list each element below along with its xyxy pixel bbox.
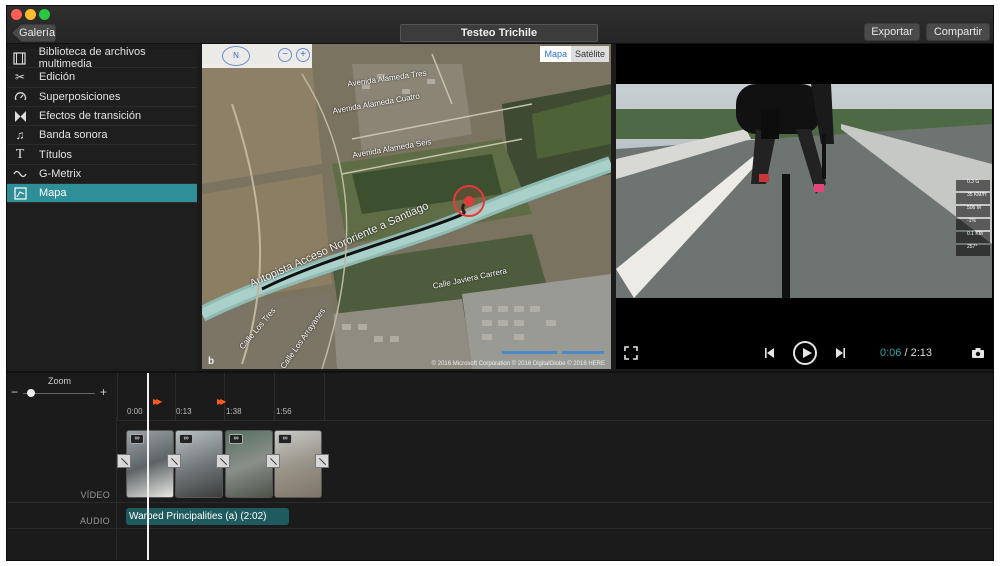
play-button[interactable] bbox=[793, 341, 817, 365]
video-frame-image bbox=[616, 84, 992, 298]
video-preview-area: 0.3 G 35 KM/H 506 M -1% 0.1 KM 257° 0:06… bbox=[616, 44, 993, 369]
gmetrix-icon: ∞ bbox=[179, 434, 193, 444]
export-button[interactable]: Exportar bbox=[864, 23, 920, 41]
tick-label: 1:56 bbox=[276, 407, 292, 416]
minimize-window-button[interactable] bbox=[25, 9, 36, 20]
sidebar-item-map[interactable]: Mapa bbox=[7, 184, 197, 204]
sidebar-item-label: Títulos bbox=[39, 148, 73, 161]
transition-slot-icon[interactable] bbox=[117, 454, 131, 468]
sidebar-item-overlays[interactable]: Superposiciones bbox=[7, 88, 197, 107]
overlay-speed: 35 KM/H bbox=[956, 192, 990, 204]
track-headers: VÍDEO AUDIO bbox=[7, 417, 117, 560]
sidebar-item-transitions[interactable]: Efectos de transición bbox=[7, 107, 197, 127]
audio-track-label: AUDIO bbox=[79, 516, 110, 526]
time-separator: / bbox=[901, 347, 911, 359]
title-bar: Galería Testeo Trichile Exportar Compart… bbox=[7, 6, 993, 44]
gmetrix-icon bbox=[13, 167, 27, 181]
gmetrix-icon: ∞ bbox=[229, 434, 243, 444]
transition-slot-icon[interactable] bbox=[315, 454, 329, 468]
map-zoom-out-button[interactable]: − bbox=[278, 48, 292, 62]
overlay-distance: 0.1 KM bbox=[956, 231, 990, 243]
zoom-window-button[interactable] bbox=[39, 9, 50, 20]
sidebar-item-gmetrix[interactable]: G-Metrix bbox=[7, 165, 197, 185]
audio-clip[interactable]: Warped Principalities (a) (2:02) bbox=[126, 508, 289, 525]
sidebar-item-edit[interactable]: ✂ Edición bbox=[7, 68, 197, 88]
playback-controls: 0:06 / 2:13 bbox=[616, 340, 993, 369]
fullscreen-icon bbox=[624, 346, 638, 360]
transition-marker-icon[interactable]: ▶▶ bbox=[153, 397, 162, 406]
sidebar-item-media-library[interactable]: Biblioteca de archivos multimedia bbox=[7, 46, 197, 71]
timeline: Zoom − + 0:00 0:13 1:38 1:56 ▶▶ ▶▶ VÍDEO… bbox=[7, 373, 993, 560]
zoom-label: Zoom bbox=[48, 376, 72, 386]
video-track-label: VÍDEO bbox=[80, 490, 110, 500]
sidebar-item-label: Banda sonora bbox=[39, 129, 108, 142]
transition-slot-icon[interactable] bbox=[266, 454, 280, 468]
map-copyright: © 2016 Microsoft Corporation © 2016 Digi… bbox=[431, 361, 605, 367]
ruler-tick bbox=[224, 373, 225, 421]
zoom-slider-handle[interactable] bbox=[27, 389, 35, 397]
sidebar-item-label: Mapa bbox=[39, 187, 67, 200]
tab-map[interactable]: Mapa bbox=[540, 46, 571, 62]
step-forward-icon bbox=[836, 348, 845, 358]
transition-icon bbox=[13, 109, 27, 123]
fullscreen-button[interactable] bbox=[624, 346, 638, 363]
film-icon bbox=[13, 51, 27, 65]
tick-label: 0:13 bbox=[176, 407, 192, 416]
playhead[interactable] bbox=[147, 373, 149, 560]
sidebar-item-soundtrack[interactable]: ♫ Banda sonora bbox=[7, 126, 197, 146]
sidebar-item-titles[interactable]: T Títulos bbox=[7, 145, 197, 165]
overlay-gforce: 0.3 G bbox=[956, 179, 990, 191]
total-time: 2:13 bbox=[910, 347, 933, 359]
transition-slot-icon[interactable] bbox=[216, 454, 230, 468]
map-zoom-in-button[interactable]: + bbox=[296, 48, 310, 62]
ruler-tick bbox=[274, 373, 275, 421]
text-icon: T bbox=[15, 146, 25, 162]
snapshot-button[interactable] bbox=[971, 347, 985, 362]
compass-icon[interactable]: N bbox=[222, 46, 250, 66]
zoom-in-button[interactable]: + bbox=[100, 385, 107, 399]
step-back-icon bbox=[765, 348, 774, 358]
map-type-tabs: Mapa Satélite bbox=[540, 46, 609, 62]
sidebar-item-label: Edición bbox=[39, 71, 76, 84]
gauge-icon bbox=[13, 90, 27, 104]
current-time: 0:06 bbox=[880, 347, 902, 359]
step-forward-button[interactable] bbox=[834, 347, 846, 362]
share-button[interactable]: Compartir bbox=[926, 23, 990, 41]
map-icon bbox=[13, 186, 27, 200]
camera-icon bbox=[972, 348, 984, 358]
tab-satellite[interactable]: Satélite bbox=[570, 46, 609, 62]
transition-marker-icon[interactable]: ▶▶ bbox=[217, 397, 226, 406]
track-separator bbox=[7, 502, 993, 503]
sidebar-item-label: Superposiciones bbox=[39, 90, 121, 103]
sidebar-item-label: Biblioteca de archivos multimedia bbox=[38, 46, 146, 71]
ruler-tick bbox=[324, 373, 325, 421]
gallery-back-button[interactable]: Galería bbox=[12, 24, 56, 42]
step-back-button[interactable] bbox=[764, 347, 776, 362]
close-window-button[interactable] bbox=[11, 9, 22, 20]
sidebar: Biblioteca de archivos multimedia ✂ Edic… bbox=[7, 46, 197, 371]
bing-logo: b bbox=[208, 356, 215, 367]
gmetrix-icon: ∞ bbox=[278, 434, 292, 444]
sidebar-item-label: Efectos de transición bbox=[39, 110, 142, 123]
playback-time: 0:06 / 2:13 bbox=[880, 347, 932, 359]
project-title[interactable]: Testeo Trichile bbox=[400, 24, 598, 42]
transition-slot-icon[interactable] bbox=[167, 454, 181, 468]
map-nav-controls: N − + bbox=[202, 44, 312, 68]
gmetrix-icon: ∞ bbox=[130, 434, 144, 444]
music-note-icon: ♫ bbox=[15, 128, 25, 143]
tick-label: 1:38 bbox=[226, 407, 242, 416]
app-window: Galería Testeo Trichile Exportar Compart… bbox=[6, 5, 994, 561]
track-separator bbox=[7, 528, 993, 529]
timeline-ruler[interactable]: 0:00 0:13 1:38 1:56 ▶▶ ▶▶ bbox=[117, 373, 993, 421]
tick-label: 0:00 bbox=[127, 407, 143, 416]
video-frame[interactable]: 0.3 G 35 KM/H 506 M -1% 0.1 KM 257° bbox=[616, 84, 992, 298]
sidebar-item-label: G-Metrix bbox=[39, 167, 82, 180]
overlay-altitude: 506 M bbox=[956, 205, 990, 217]
map-view[interactable]: N − + Mapa Satélite Avenida Alameda Tres… bbox=[202, 44, 611, 369]
overlay-grade: -1% bbox=[956, 218, 990, 230]
zoom-out-button[interactable]: − bbox=[11, 385, 18, 399]
overlay-heading: 257° bbox=[956, 244, 990, 256]
scissors-icon: ✂ bbox=[14, 70, 26, 85]
ruler-tick bbox=[117, 373, 118, 421]
